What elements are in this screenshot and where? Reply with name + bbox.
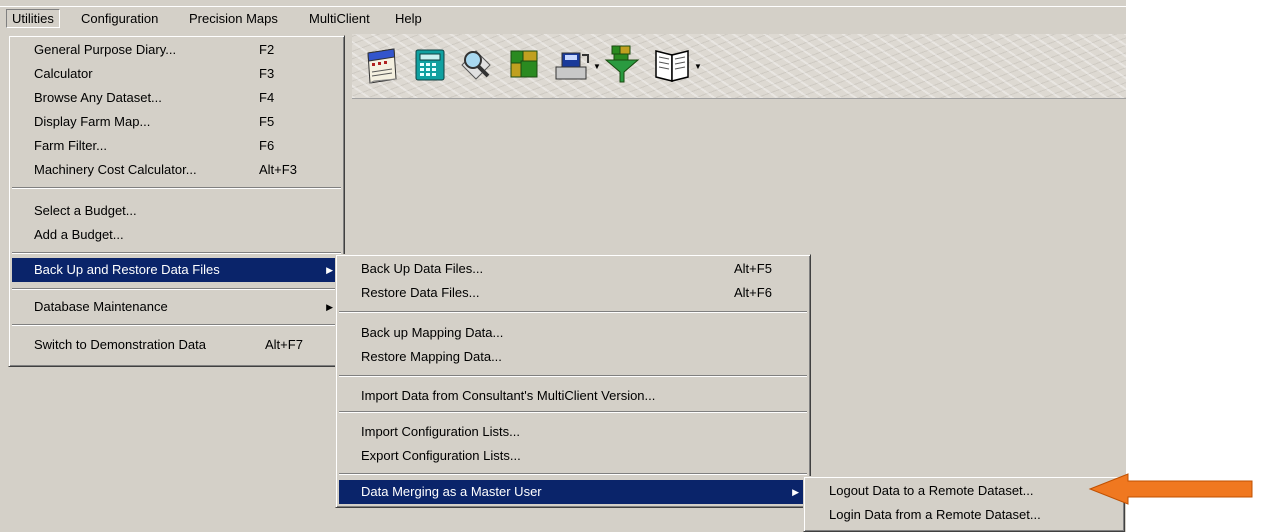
data-merging-submenu: Logout Data to a Remote Dataset... Login… bbox=[803, 476, 1125, 532]
menu-item-database-maintenance[interactable]: Database Maintenance ▶ bbox=[12, 295, 341, 319]
menu-item-import-consultant-data[interactable]: Import Data from Consultant's MultiClien… bbox=[339, 384, 807, 408]
menu-item-switch-to-demonstration-data[interactable]: Switch to Demonstration Data Alt+F7 bbox=[12, 333, 341, 357]
submenu-arrow-icon: ▶ bbox=[326, 302, 333, 312]
menu-item-restore-mapping-data[interactable]: Restore Mapping Data... bbox=[339, 345, 807, 369]
farm-filter-icon[interactable] bbox=[602, 42, 642, 88]
book-icon[interactable] bbox=[652, 42, 692, 88]
menu-separator bbox=[339, 311, 807, 313]
menu-item-data-merging-master-user[interactable]: Data Merging as a Master User ▶ bbox=[339, 480, 807, 504]
submenu-arrow-icon: ▶ bbox=[326, 265, 333, 275]
menu-configuration[interactable]: Configuration bbox=[76, 10, 163, 27]
menu-help[interactable]: Help bbox=[390, 10, 427, 27]
menu-item-select-a-budget[interactable]: Select a Budget... bbox=[12, 199, 341, 223]
menu-multiclient[interactable]: MultiClient bbox=[304, 10, 375, 27]
farm-map-icon[interactable] bbox=[504, 42, 544, 88]
browse-dataset-icon[interactable] bbox=[456, 42, 496, 88]
menu-separator bbox=[12, 288, 341, 290]
toolbar: ▼ ▼ bbox=[352, 34, 1126, 99]
menu-item-display-farm-map[interactable]: Display Farm Map... F5 bbox=[12, 110, 341, 134]
menu-item-logout-data-remote[interactable]: Logout Data to a Remote Dataset... bbox=[807, 479, 1121, 503]
menu-item-import-configuration-lists[interactable]: Import Configuration Lists... bbox=[339, 420, 807, 444]
menu-item-restore-data-files[interactable]: Restore Data Files... Alt+F6 bbox=[339, 281, 807, 305]
diary-icon[interactable] bbox=[362, 42, 402, 88]
menu-separator bbox=[339, 375, 807, 377]
menu-item-add-a-budget[interactable]: Add a Budget... bbox=[12, 223, 341, 247]
menu-separator bbox=[339, 473, 807, 475]
menu-separator bbox=[12, 187, 341, 189]
menu-utilities[interactable]: Utilities bbox=[6, 9, 60, 28]
menu-item-export-configuration-lists[interactable]: Export Configuration Lists... bbox=[339, 444, 807, 468]
menu-separator bbox=[339, 411, 807, 413]
transfer-icon[interactable] bbox=[552, 42, 592, 88]
menu-bar: Utilities Configuration Precision Maps M… bbox=[0, 6, 1126, 30]
menu-item-machinery-cost-calculator[interactable]: Machinery Cost Calculator... Alt+F3 bbox=[12, 158, 341, 182]
menu-item-login-data-remote[interactable]: Login Data from a Remote Dataset... bbox=[807, 503, 1121, 527]
calculator-icon[interactable] bbox=[410, 42, 450, 88]
menu-separator bbox=[12, 252, 341, 254]
menu-item-general-purpose-diary[interactable]: General Purpose Diary... F2 bbox=[12, 38, 341, 62]
utilities-menu: General Purpose Diary... F2 Calculator F… bbox=[8, 35, 345, 367]
backup-restore-submenu: Back Up Data Files... Alt+F5 Restore Dat… bbox=[335, 254, 811, 508]
menu-item-calculator[interactable]: Calculator F3 bbox=[12, 62, 341, 86]
menu-precision-maps[interactable]: Precision Maps bbox=[184, 10, 283, 27]
menu-item-back-up-data-files[interactable]: Back Up Data Files... Alt+F5 bbox=[339, 257, 807, 281]
menu-item-farm-filter[interactable]: Farm Filter... F6 bbox=[12, 134, 341, 158]
callout-arrow-icon bbox=[1088, 473, 1253, 505]
menu-separator bbox=[12, 324, 341, 326]
menu-item-browse-any-dataset[interactable]: Browse Any Dataset... F4 bbox=[12, 86, 341, 110]
book-dropdown-icon[interactable]: ▼ bbox=[694, 62, 702, 71]
menu-item-back-up-mapping-data[interactable]: Back up Mapping Data... bbox=[339, 321, 807, 345]
menu-item-back-up-and-restore[interactable]: Back Up and Restore Data Files ▶ bbox=[12, 258, 341, 282]
transfer-dropdown-icon[interactable]: ▼ bbox=[593, 62, 601, 71]
submenu-arrow-icon: ▶ bbox=[792, 487, 799, 497]
